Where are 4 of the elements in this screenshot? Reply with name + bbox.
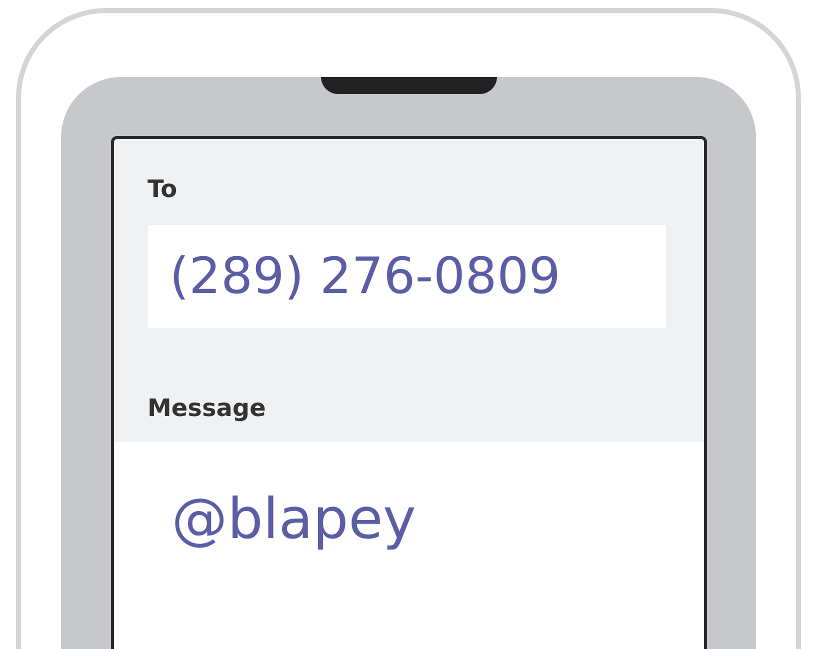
message-field[interactable]: @blapey [114, 442, 704, 649]
to-label: To [148, 174, 178, 206]
recipient-field[interactable]: (289) 276-0809 [148, 225, 666, 328]
message-label: Message [148, 393, 267, 424]
